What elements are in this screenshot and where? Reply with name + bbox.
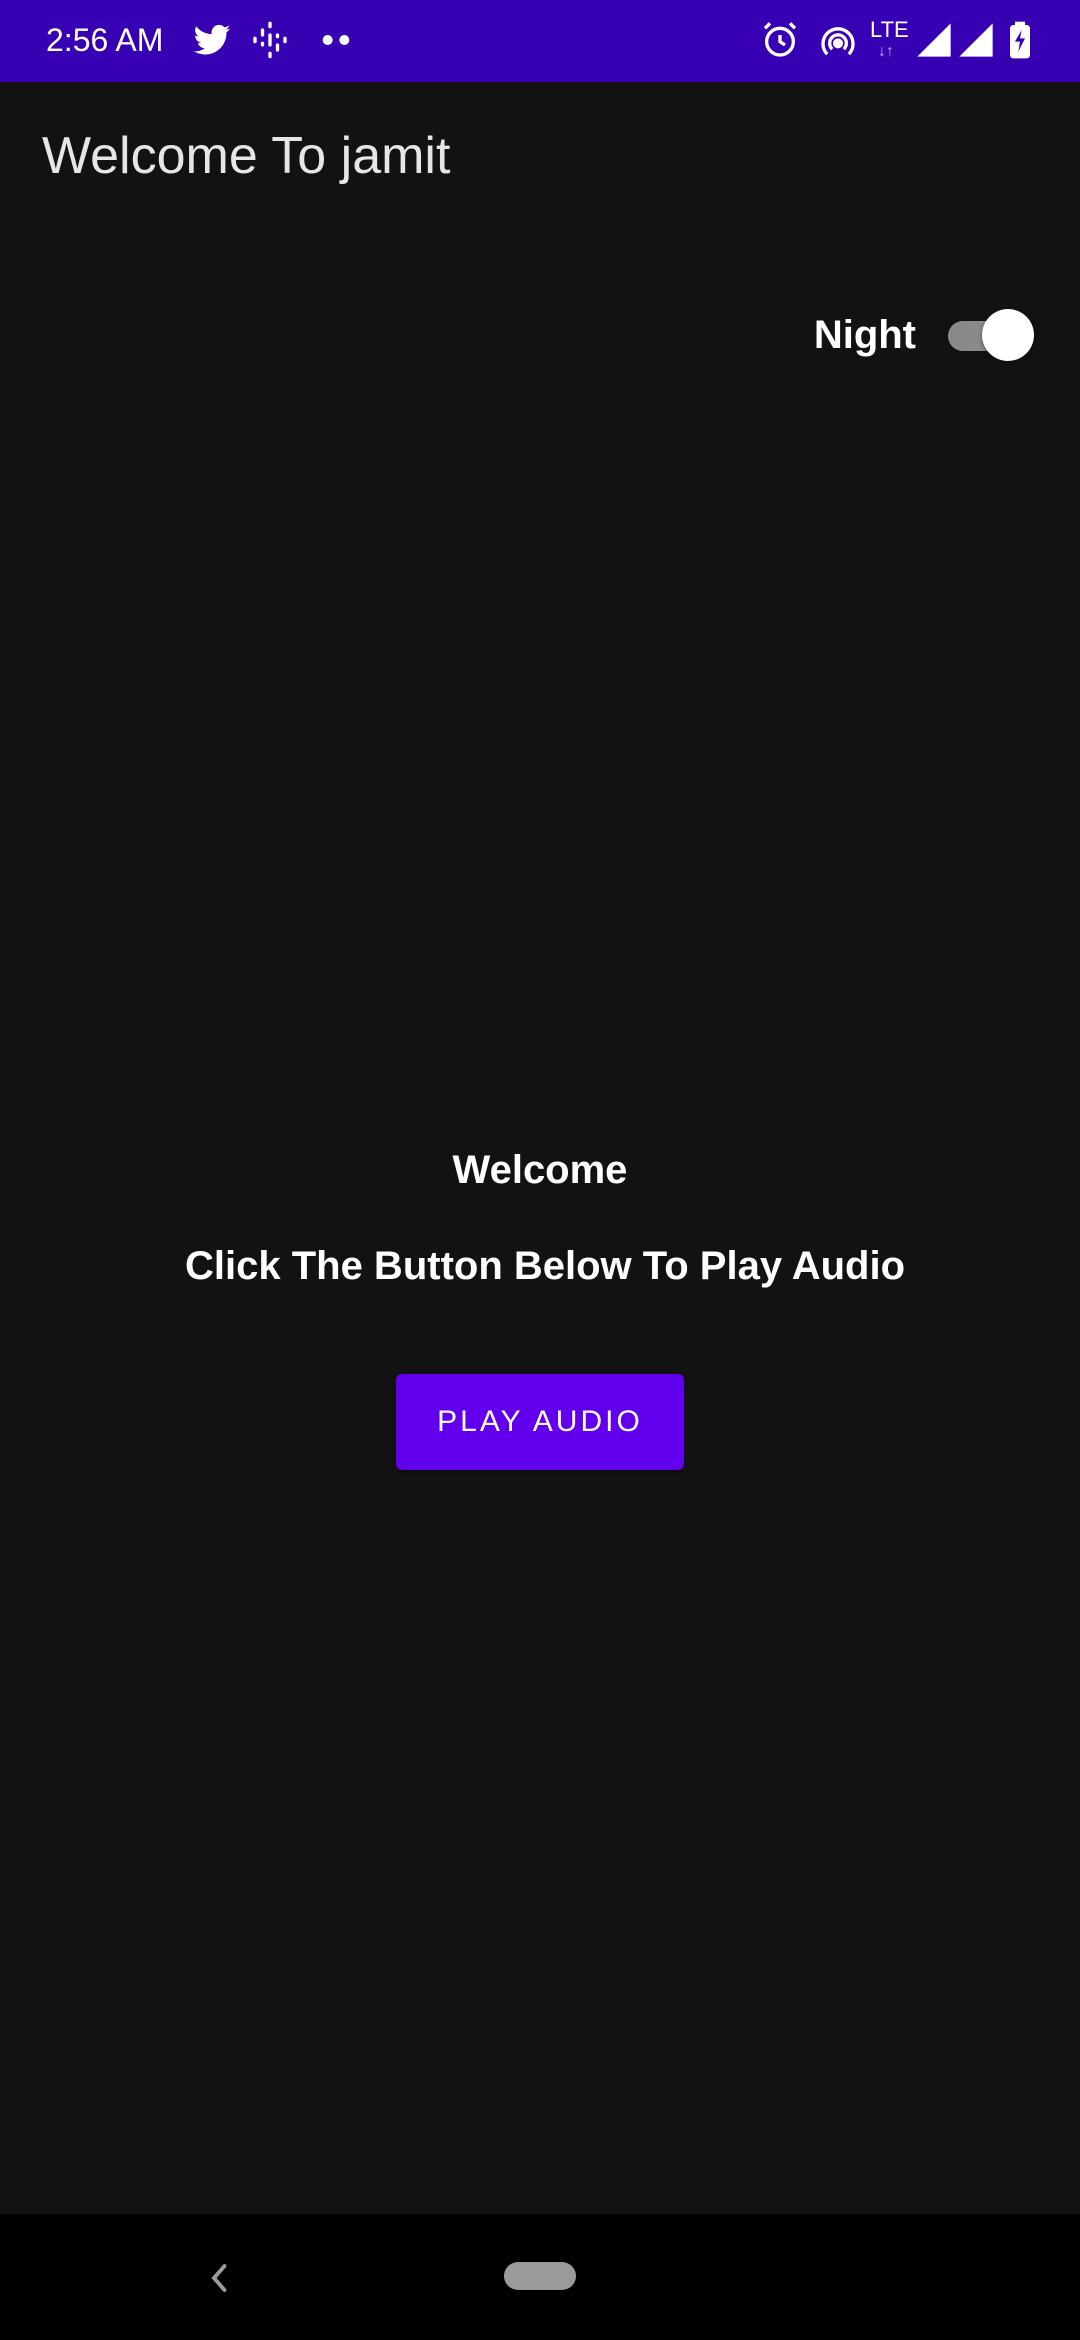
hotspot-icon (818, 20, 858, 60)
signal-icon (956, 20, 996, 60)
battery-charging-icon (1000, 20, 1040, 60)
navigation-bar (0, 2214, 1080, 2340)
night-mode-label: Night (813, 312, 916, 357)
play-audio-button[interactable]: PLAY AUDIO (396, 1374, 684, 1470)
status-bar: 2:56 AM LTE ↓↑ (0, 0, 1080, 82)
app-screen: 2:56 AM LTE ↓↑ Welcome To jamit Night We… (0, 0, 1080, 2340)
instruction-text: Click The Button Below To Play Audio (184, 1244, 906, 1288)
lte-label: LTE (870, 17, 909, 42)
signal-icon (914, 20, 954, 60)
welcome-heading: Welcome (452, 1148, 628, 1192)
back-icon[interactable] (202, 2258, 238, 2298)
twitter-icon (192, 20, 232, 60)
podcasts-icon (250, 20, 290, 60)
alarm-icon (760, 20, 800, 60)
app-bar: Welcome To jamit (0, 82, 1080, 232)
lte-icon: ↓↑ (878, 43, 894, 60)
switch-thumb (982, 309, 1034, 361)
night-mode-switch[interactable] (946, 307, 1034, 363)
night-mode-toggle-row[interactable]: Night (813, 300, 1034, 370)
home-pill-icon[interactable] (504, 2262, 576, 2290)
status-time: 2:56 AM (46, 22, 164, 58)
more-notifications-icon (316, 20, 356, 60)
app-title: Welcome To jamit (42, 127, 451, 185)
